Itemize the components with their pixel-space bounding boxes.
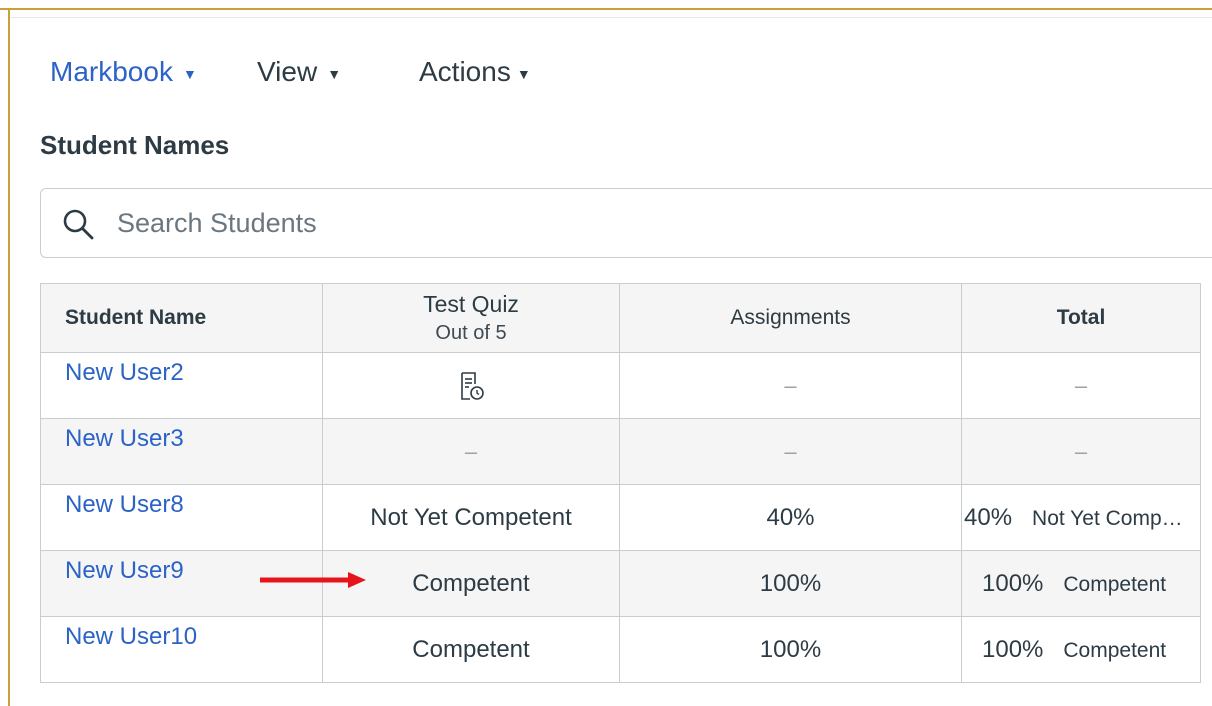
assignments-cell[interactable]: – [619,352,962,419]
test-quiz-title: Test Quiz [423,291,519,317]
quiz-cell[interactable]: – [322,418,620,485]
view-menu-label: View [257,56,318,87]
submitted-quiz-icon[interactable] [455,370,487,402]
caret-down-icon: ▼ [182,66,197,82]
total-cell: – [961,352,1201,419]
empty-dash: – [1074,372,1088,398]
actions-menu-label: Actions [419,56,511,87]
total-cell: 40% Not Yet Comp… [961,484,1201,551]
student-name-cell: New User2 [40,352,323,419]
column-header-test-quiz[interactable]: Test Quiz Out of 5 [322,283,620,353]
table-row: New User8 Not Yet Competent 40% 40% Not Y… [40,484,1201,551]
student-name-cell: New User10 [40,616,323,683]
view-menu[interactable]: View ▼ [257,52,341,92]
quiz-cell[interactable]: Competent [322,616,620,683]
student-link[interactable]: New User3 [65,425,184,452]
table-row: New User2 – – [40,352,1201,419]
assignments-cell[interactable]: – [619,418,962,485]
empty-dash: – [464,438,478,464]
student-link[interactable]: New User2 [65,359,184,386]
total-percent: 40% [964,503,1013,531]
assignments-cell[interactable]: 100% [619,550,962,617]
annotation-arrow-icon [260,572,366,588]
total-grade-label: Competent [1063,638,1167,662]
total-cell: 100% Competent [961,550,1201,617]
student-link[interactable]: New User8 [65,491,184,518]
student-link[interactable]: New User9 [65,557,184,584]
caret-down-icon: ▼ [516,66,531,82]
search-box [40,188,1212,258]
markbook-menu[interactable]: Markbook ▼ [50,52,197,92]
student-name-cell: New User8 [40,484,323,551]
total-percent: 100% [982,569,1044,597]
frame-border-top [0,8,1212,10]
markbook-menu-label: Markbook [50,56,173,87]
top-divider [10,17,1212,18]
empty-dash: – [784,438,797,464]
frame-border-left [8,8,10,706]
table-row: New User10 Competent 100% 100% Competent [40,616,1201,683]
caret-down-icon: ▼ [327,66,342,82]
empty-dash: – [784,372,797,398]
column-header-total[interactable]: Total [961,283,1201,353]
search-icon [63,209,94,240]
empty-dash: – [1074,438,1088,464]
table-row: New User3 – – – [40,418,1201,485]
assignments-cell[interactable]: 100% [619,616,962,683]
quiz-cell[interactable] [322,352,620,419]
test-quiz-out-of: Out of 5 [435,322,507,344]
total-grade-label: Competent [1063,572,1167,596]
total-grade-label: Not Yet Comp… [1032,506,1183,530]
actions-menu[interactable]: Actions ▼ [419,52,531,92]
gradebook-table: Student Name Test Quiz Out of 5 Assignme… [40,283,1201,683]
total-cell: – [961,418,1201,485]
total-percent: 100% [982,635,1044,663]
column-header-student-name[interactable]: Student Name [40,283,323,353]
search-input[interactable] [117,203,1207,243]
quiz-cell[interactable]: Not Yet Competent [322,484,620,551]
assignments-cell[interactable]: 40% [619,484,962,551]
column-header-assignments[interactable]: Assignments [619,283,962,353]
table-header-row: Student Name Test Quiz Out of 5 Assignme… [40,283,1201,353]
student-name-cell: New User3 [40,418,323,485]
table-row: New User9 Competent 100% 100% Competent [40,550,1201,617]
total-cell: 100% Competent [961,616,1201,683]
quiz-cell[interactable]: Competent [322,550,620,617]
section-title: Student Names [40,130,230,160]
student-link[interactable]: New User10 [65,623,197,650]
